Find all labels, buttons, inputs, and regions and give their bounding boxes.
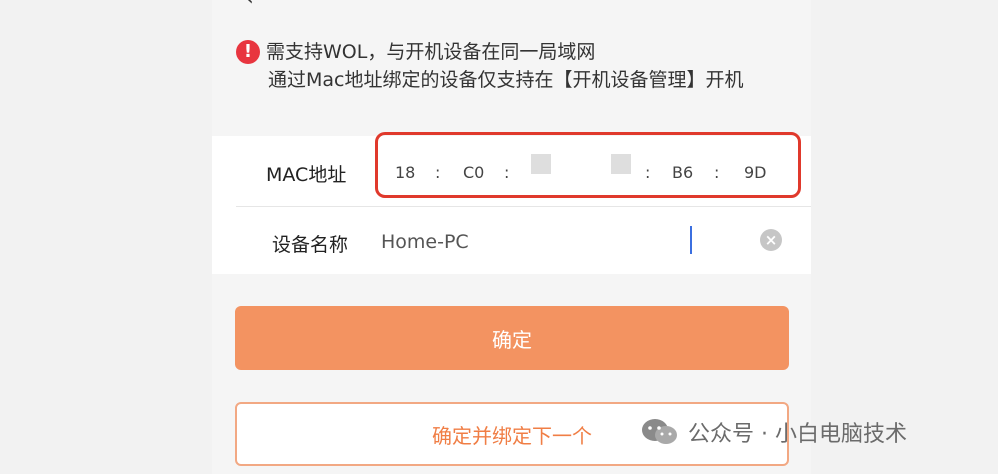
device-name-label: 设备名称 xyxy=(272,234,349,256)
back-icon[interactable]: ‹ xyxy=(245,0,254,11)
clear-icon[interactable]: × xyxy=(760,229,782,251)
exclamation-icon: ! xyxy=(236,40,260,64)
header-fragment: ‹ xyxy=(245,0,254,11)
mac-segment-6[interactable]: 9D xyxy=(744,163,767,182)
mac-segment-5[interactable]: B6 xyxy=(672,163,693,182)
mac-row: MAC地址 18 : C0 : : B6 : 9D xyxy=(212,132,811,206)
notice-text-1: 需支持WOL，与开机设备在同一局域网 xyxy=(266,41,596,63)
text-caret xyxy=(690,226,692,254)
notice-text-2: 通过Mac地址绑定的设备仅支持在【开机设备管理】开机 xyxy=(268,69,744,91)
mac-segment-2[interactable]: C0 xyxy=(463,163,484,182)
watermark: 公众号 · 小白电脑技术 xyxy=(640,416,907,448)
notice-line-1: ! 需支持WOL，与开机设备在同一局域网 xyxy=(236,38,796,66)
mac-separator: : xyxy=(435,163,441,182)
device-form: MAC地址 18 : C0 : : B6 : 9D 设备名称 × xyxy=(212,132,811,274)
mac-separator: : xyxy=(645,163,651,182)
mac-segment-4-redacted[interactable] xyxy=(611,154,631,174)
mac-segment-1[interactable]: 18 xyxy=(395,163,415,182)
wechat-icon xyxy=(642,419,677,444)
watermark-text: 公众号 · 小白电脑技术 xyxy=(688,422,907,447)
mac-label: MAC地址 xyxy=(266,164,347,186)
mac-segment-3-redacted[interactable] xyxy=(531,154,551,174)
page: ‹ ! 需支持WOL，与开机设备在同一局域网 通过Mac地址绑定的设备仅支持在【… xyxy=(0,0,998,474)
confirm-button[interactable]: 确定 xyxy=(235,306,789,370)
mac-address-input-group[interactable]: 18 : C0 : : B6 : 9D xyxy=(375,132,801,198)
device-name-input[interactable] xyxy=(381,228,741,256)
row-divider xyxy=(236,206,811,207)
mac-separator: : xyxy=(714,163,720,182)
mac-separator: : xyxy=(504,163,510,182)
wol-notice: ! 需支持WOL，与开机设备在同一局域网 通过Mac地址绑定的设备仅支持在【开机… xyxy=(236,38,796,94)
